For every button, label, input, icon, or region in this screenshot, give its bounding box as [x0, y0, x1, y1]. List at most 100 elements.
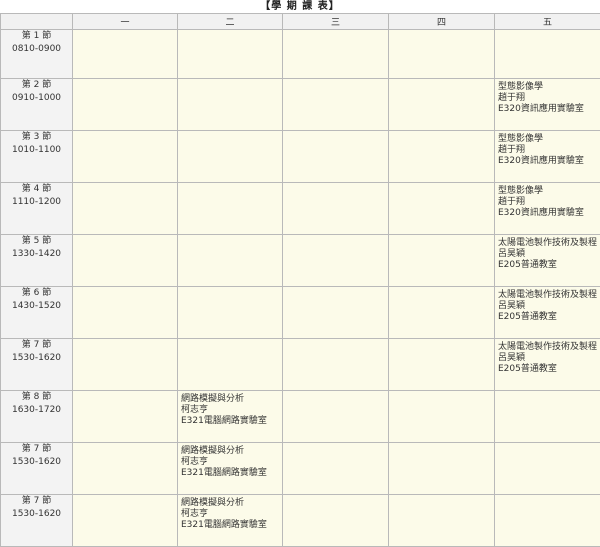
period-label-cell: 第 3 節1010-1100: [1, 131, 73, 183]
period-time: 1110-1200: [1, 196, 72, 209]
empty-cell: [178, 339, 283, 391]
empty-cell: [283, 183, 389, 235]
period-time: 1330-1420: [1, 248, 72, 261]
period-number: 第 7 節: [1, 495, 72, 508]
class-cell: 太陽電池製作技術及製程呂昊穎E205普通教室: [495, 287, 600, 339]
empty-cell: [178, 183, 283, 235]
class-teacher: 呂昊穎: [498, 353, 598, 364]
empty-cell: [73, 391, 178, 443]
class-course: 網路模擬與分析: [181, 394, 280, 405]
period-time: 1430-1520: [1, 300, 72, 313]
period-label-cell: 第 7 節1530-1620: [1, 495, 73, 547]
class-teacher: 趙于翔: [498, 93, 598, 104]
class-course: 太陽電池製作技術及製程: [498, 238, 598, 249]
empty-cell: [283, 495, 389, 547]
period-number: 第 8 節: [1, 391, 72, 404]
period-time: 1530-1620: [1, 456, 72, 469]
period-label-cell: 第 1 節0810-0900: [1, 30, 73, 79]
period-number: 第 5 節: [1, 235, 72, 248]
class-cell: 太陽電池製作技術及製程呂昊穎E205普通教室: [495, 235, 600, 287]
period-time: 1630-1720: [1, 404, 72, 417]
empty-cell: [73, 131, 178, 183]
class-teacher: 趙于翔: [498, 145, 598, 156]
day-header: 三: [283, 14, 389, 30]
schedule-title: 【學 期 課 表】: [0, 0, 600, 13]
empty-cell: [178, 287, 283, 339]
empty-cell: [283, 79, 389, 131]
class-teacher: 趙于翔: [498, 197, 598, 208]
period-row: 第 4 節1110-1200型態影像學趙于翔E320資訊應用實驗室: [1, 183, 600, 235]
empty-cell: [283, 339, 389, 391]
class-room: E205普通教室: [498, 260, 598, 271]
day-header: 四: [389, 14, 495, 30]
empty-cell: [389, 391, 495, 443]
class-cell: 網路模擬與分析柯志亨E321電腦網路實驗室: [178, 495, 283, 547]
period-row: 第 7 節1530-1620 太陽電池製作技術及製程呂昊穎E205普通教室: [1, 339, 600, 391]
period-row: 第 2 節0910-1000 型態影像學趙于翔E320資訊應用實驗室: [1, 79, 600, 131]
class-course: 型態影像學: [498, 134, 598, 145]
empty-cell: [495, 495, 600, 547]
empty-cell: [73, 443, 178, 495]
empty-cell: [178, 235, 283, 287]
class-cell: 太陽電池製作技術及製程呂昊穎E205普通教室: [495, 339, 600, 391]
period-label-cell: 第 6 節1430-1520: [1, 287, 73, 339]
empty-cell: [495, 30, 600, 79]
day-header: 五: [495, 14, 600, 30]
empty-cell: [389, 79, 495, 131]
class-teacher: 柯志亨: [181, 509, 280, 520]
class-teacher: 柯志亨: [181, 457, 280, 468]
day-header: 二: [178, 14, 283, 30]
period-number: 第 3 節: [1, 131, 72, 144]
empty-cell: [73, 287, 178, 339]
day-header: 一: [73, 14, 178, 30]
period-row: 第 3 節1010-1100 型態影像學趙于翔E320資訊應用實驗室: [1, 131, 600, 183]
period-label-cell: 第 7 節1530-1620: [1, 443, 73, 495]
day-header-row: 一 二 三 四 五: [1, 14, 600, 30]
period-label-cell: 第 7 節1530-1620: [1, 339, 73, 391]
empty-cell: [389, 443, 495, 495]
empty-cell: [73, 183, 178, 235]
class-cell: 型態影像學趙于翔E320資訊應用實驗室: [495, 131, 600, 183]
class-room: E321電腦網路實驗室: [181, 416, 280, 427]
header-corner: [1, 14, 73, 30]
class-course: 太陽電池製作技術及製程: [498, 290, 598, 301]
empty-cell: [178, 30, 283, 79]
class-teacher: 柯志亨: [181, 405, 280, 416]
empty-cell: [73, 339, 178, 391]
class-cell: 網路模擬與分析柯志亨E321電腦網路實驗室: [178, 443, 283, 495]
period-row: 第 1 節0810-0900: [1, 30, 600, 79]
empty-cell: [389, 495, 495, 547]
empty-cell: [73, 235, 178, 287]
class-course: 網路模擬與分析: [181, 446, 280, 457]
period-row: 第 6 節1430-1520 太陽電池製作技術及製程呂昊穎E205普通教室: [1, 287, 600, 339]
period-row: 第 8 節1630-1720 網路模擬與分析柯志亨E321電腦網路實驗室: [1, 391, 600, 443]
empty-cell: [283, 443, 389, 495]
class-room: E320資訊應用實驗室: [498, 104, 598, 115]
empty-cell: [178, 131, 283, 183]
class-teacher: 呂昊穎: [498, 249, 598, 260]
class-course: 網路模擬與分析: [181, 498, 280, 509]
period-label-cell: 第 2 節0910-1000: [1, 79, 73, 131]
period-time: 1530-1620: [1, 352, 72, 365]
period-time: 1530-1620: [1, 508, 72, 521]
period-number: 第 7 節: [1, 339, 72, 352]
period-number: 第 6 節: [1, 287, 72, 300]
period-number: 第 4 節: [1, 183, 72, 196]
empty-cell: [389, 287, 495, 339]
class-course: 太陽電池製作技術及製程: [498, 342, 598, 353]
period-row: 第 5 節1330-1420 太陽電池製作技術及製程呂昊穎E205普通教室: [1, 235, 600, 287]
class-room: E205普通教室: [498, 312, 598, 323]
class-teacher: 呂昊穎: [498, 301, 598, 312]
empty-cell: [73, 495, 178, 547]
empty-cell: [495, 443, 600, 495]
period-label-cell: 第 4 節1110-1200: [1, 183, 73, 235]
period-number: 第 7 節: [1, 443, 72, 456]
period-time: 0810-0900: [1, 43, 72, 56]
empty-cell: [389, 183, 495, 235]
period-row: 第 7 節1530-1620 網路模擬與分析柯志亨E321電腦網路實驗室: [1, 443, 600, 495]
empty-cell: [178, 79, 283, 131]
empty-cell: [283, 235, 389, 287]
class-course: 型態影像學: [498, 82, 598, 93]
empty-cell: [495, 391, 600, 443]
empty-cell: [283, 287, 389, 339]
